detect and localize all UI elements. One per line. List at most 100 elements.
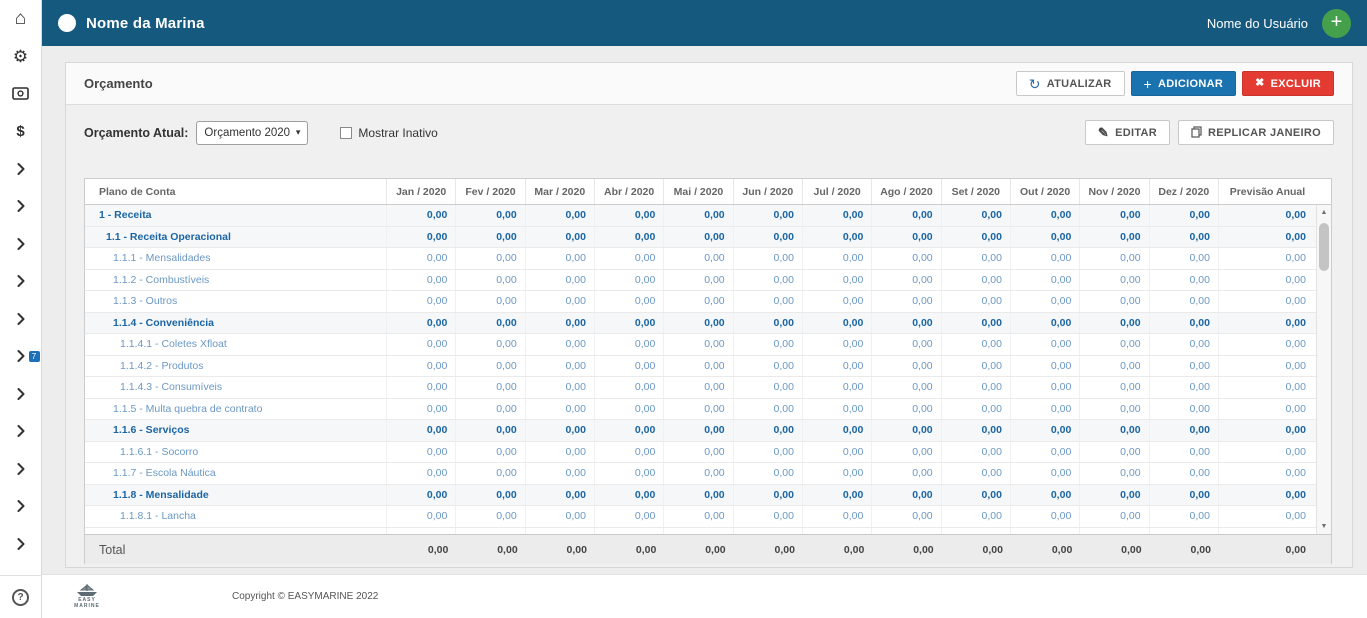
- user-name[interactable]: Nome do Usuário: [1207, 16, 1308, 31]
- column-header[interactable]: Dez / 2020: [1150, 179, 1219, 204]
- column-header[interactable]: Set / 2020: [942, 179, 1011, 204]
- sidebar-chevron-item-2[interactable]: [0, 225, 42, 263]
- table-row[interactable]: 1.1 - Receita Operacional0,000,000,000,0…: [85, 227, 1316, 249]
- column-header[interactable]: Abr / 2020: [595, 179, 664, 204]
- scroll-down-arrow-icon[interactable]: ▼: [1317, 519, 1331, 534]
- month-value-cell: 0,00: [1011, 334, 1080, 355]
- table-row[interactable]: 1.1.5 - Multa quebra de contrato0,000,00…: [85, 399, 1316, 421]
- month-value-cell: 0,00: [872, 227, 941, 248]
- month-value-cell: 0,00: [872, 205, 941, 226]
- delete-button[interactable]: ✖ EXCLUIR: [1242, 71, 1334, 96]
- sidebar-item-home[interactable]: ⌂: [0, 0, 42, 38]
- month-value-cell: 0,00: [456, 205, 525, 226]
- annual-forecast-cell: 0,00: [1219, 334, 1316, 355]
- refresh-button[interactable]: ↻ ATUALIZAR: [1016, 71, 1125, 96]
- column-header[interactable]: Jan / 2020: [387, 179, 456, 204]
- scrollbar-thumb[interactable]: [1319, 223, 1329, 271]
- table-row[interactable]: 1.1.1 - Mensalidades0,000,000,000,000,00…: [85, 248, 1316, 270]
- vertical-scrollbar[interactable]: ▲ ▼: [1316, 205, 1331, 534]
- sidebar-chevron-item-8[interactable]: [0, 450, 42, 488]
- sidebar-item-finance[interactable]: $: [0, 113, 42, 151]
- account-name-cell: 1.1.1 - Mensalidades: [85, 248, 387, 269]
- month-value-cell: 0,00: [1080, 270, 1149, 291]
- month-value-cell: 0,00: [803, 485, 872, 506]
- sidebar-chevron-item-4[interactable]: [0, 300, 42, 338]
- sidebar-chevron-item-5[interactable]: 7: [0, 338, 42, 376]
- table-row[interactable]: 1.1.6.1 - Socorro0,000,000,000,000,000,0…: [85, 442, 1316, 464]
- column-header[interactable]: Previsão Anual: [1219, 179, 1316, 204]
- month-value-cell: 0,00: [595, 205, 664, 226]
- total-month-cell: 0,00: [595, 544, 664, 556]
- annual-forecast-cell: 0,00: [1219, 528, 1316, 535]
- table-header: Plano de ContaJan / 2020Fev / 2020Mar / …: [85, 179, 1331, 205]
- column-header[interactable]: Ago / 2020: [872, 179, 941, 204]
- add-button[interactable]: + ADICIONAR: [1131, 71, 1237, 96]
- annual-forecast-cell: 0,00: [1219, 291, 1316, 312]
- month-value-cell: 0,00: [803, 356, 872, 377]
- month-value-cell: 0,00: [803, 270, 872, 291]
- month-value-cell: 0,00: [1011, 270, 1080, 291]
- sidebar-chevron-item-3[interactable]: [0, 263, 42, 301]
- table-row[interactable]: 1.1.2 - Combustíveis0,000,000,000,000,00…: [85, 270, 1316, 292]
- month-value-cell: 0,00: [595, 334, 664, 355]
- sidebar-chevron-item-10[interactable]: [0, 525, 42, 563]
- show-inactive-checkbox[interactable]: [340, 127, 352, 139]
- month-value-cell: 0,00: [734, 291, 803, 312]
- month-value-cell: 0,00: [664, 291, 733, 312]
- month-value-cell: 0,00: [526, 528, 595, 535]
- column-header[interactable]: Mar / 2020: [526, 179, 595, 204]
- table-row[interactable]: 1.1.4.2 - Produtos0,000,000,000,000,000,…: [85, 356, 1316, 378]
- table-row[interactable]: 1.1.4.1 - Coletes Xfloat0,000,000,000,00…: [85, 334, 1316, 356]
- month-value-cell: 0,00: [1011, 399, 1080, 420]
- sidebar-item-payments[interactable]: [0, 75, 42, 113]
- column-header[interactable]: Out / 2020: [1011, 179, 1080, 204]
- sidebar-help-button[interactable]: ?: [0, 575, 42, 618]
- chevron-right-icon: [17, 275, 25, 287]
- month-value-cell: 0,00: [734, 528, 803, 535]
- month-value-cell: 0,00: [803, 442, 872, 463]
- column-header[interactable]: Mai / 2020: [664, 179, 733, 204]
- month-value-cell: 0,00: [803, 334, 872, 355]
- add-user-button[interactable]: +: [1322, 9, 1351, 38]
- table-row[interactable]: 0,000,000,000,000,000,000,000,000,000,00…: [85, 528, 1316, 535]
- month-value-cell: 0,00: [942, 528, 1011, 535]
- budget-select-value: Orçamento 2020: [204, 127, 290, 139]
- column-header[interactable]: Jun / 2020: [734, 179, 803, 204]
- table-row[interactable]: 1.1.8.1 - Lancha0,000,000,000,000,000,00…: [85, 506, 1316, 528]
- month-value-cell: 0,00: [387, 227, 456, 248]
- sidebar-chevron-item-1[interactable]: [0, 188, 42, 226]
- column-header[interactable]: Fev / 2020: [456, 179, 525, 204]
- annual-forecast-cell: 0,00: [1219, 248, 1316, 269]
- sidebar-chevron-item-7[interactable]: [0, 413, 42, 451]
- copyright-text: Copyright © EASYMARINE 2022: [232, 591, 378, 602]
- month-value-cell: 0,00: [1080, 442, 1149, 463]
- edit-button[interactable]: ✎ EDITAR: [1085, 120, 1170, 145]
- table-row[interactable]: 1.1.4 - Conveniência0,000,000,000,000,00…: [85, 313, 1316, 335]
- sidebar-chevron-item-9[interactable]: [0, 488, 42, 526]
- table-row[interactable]: 1.1.4.3 - Consumíveis0,000,000,000,000,0…: [85, 377, 1316, 399]
- table-row[interactable]: 1.1.7 - Escola Náutica0,000,000,000,000,…: [85, 463, 1316, 485]
- month-value-cell: 0,00: [803, 506, 872, 527]
- table-row[interactable]: 1.1.8 - Mensalidade0,000,000,000,000,000…: [85, 485, 1316, 507]
- table-row[interactable]: 1.1.3 - Outros0,000,000,000,000,000,000,…: [85, 291, 1316, 313]
- table-row[interactable]: 1.1.6 - Serviços0,000,000,000,000,000,00…: [85, 420, 1316, 442]
- month-value-cell: 0,00: [942, 356, 1011, 377]
- sidebar-item-settings[interactable]: ⚙: [0, 38, 42, 76]
- account-name-cell: 1.1.7 - Escola Náutica: [85, 463, 387, 484]
- month-value-cell: 0,00: [803, 528, 872, 535]
- month-value-cell: 0,00: [872, 334, 941, 355]
- annual-forecast-cell: 0,00: [1219, 205, 1316, 226]
- budget-select[interactable]: Orçamento 2020 ▾: [196, 121, 308, 145]
- month-value-cell: 0,00: [387, 334, 456, 355]
- replicate-january-button[interactable]: REPLICAR JANEIRO: [1178, 120, 1334, 145]
- column-header[interactable]: Jul / 2020: [803, 179, 872, 204]
- chevron-right-icon: [17, 200, 25, 212]
- sidebar-chevron-item-6[interactable]: [0, 375, 42, 413]
- column-header[interactable]: Plano de Conta: [85, 179, 387, 204]
- table-row[interactable]: 1 - Receita0,000,000,000,000,000,000,000…: [85, 205, 1316, 227]
- scroll-up-arrow-icon[interactable]: ▲: [1317, 205, 1331, 220]
- plus-icon: +: [1144, 77, 1152, 91]
- column-header[interactable]: Nov / 2020: [1080, 179, 1149, 204]
- home-icon: ⌂: [15, 9, 26, 28]
- sidebar-chevron-item-0[interactable]: [0, 150, 42, 188]
